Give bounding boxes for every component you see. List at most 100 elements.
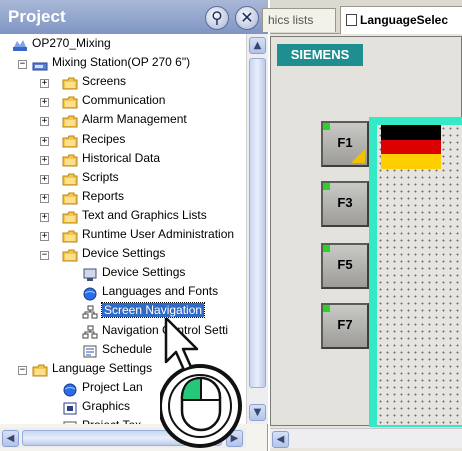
editor-horizontal-scrollbar[interactable]: ◀ — [270, 428, 462, 448]
tree-item-label: Languages and Fonts — [102, 284, 219, 299]
led-indicator — [323, 183, 330, 190]
tree-item[interactable]: + Alarm Management — [0, 112, 246, 131]
expand-icon[interactable]: + — [40, 232, 49, 241]
tree-item[interactable]: Project Tex — [0, 418, 246, 424]
tree-item-label: Reports — [82, 188, 125, 203]
expand-icon[interactable]: + — [40, 98, 49, 108]
globe-icon — [62, 382, 78, 397]
scroll-right-button[interactable]: ▶ — [226, 430, 243, 447]
expand-icon[interactable]: + — [40, 193, 49, 203]
globe-icon — [82, 286, 98, 301]
close-icon: ✕ — [240, 8, 254, 27]
screen-frame — [369, 117, 462, 427]
tree-item-label: Screen Navigation — [100, 302, 206, 319]
tree-item[interactable]: − Mixing Station(OP 270 6") — [0, 55, 246, 74]
schedule-icon — [82, 344, 98, 359]
project-header: Project ⚲ ✕ — [0, 0, 268, 34]
expand-icon[interactable]: + — [40, 212, 49, 222]
flag-germany-icon[interactable] — [381, 125, 441, 169]
corner-marker-icon — [351, 149, 365, 163]
expand-icon[interactable]: + — [40, 79, 49, 89]
tab-graphics-lists[interactable]: hics lists — [262, 8, 336, 32]
tree-item[interactable]: + Communication — [0, 93, 246, 112]
tree-item-label: Communication — [82, 93, 166, 108]
navigation-icon — [82, 305, 98, 320]
led-indicator — [323, 123, 330, 130]
tab-language-selection[interactable]: LanguageSelec — [340, 6, 462, 34]
pin-button[interactable]: ⚲ — [205, 6, 229, 30]
tree-item-label: Mixing Station(OP 270 6") — [52, 55, 191, 70]
project-title: Project — [8, 7, 66, 26]
tree-horizontal-scrollbar[interactable]: ◀ ▶ — [0, 428, 246, 448]
tree-item[interactable]: + Scripts — [0, 170, 246, 189]
tree-item[interactable]: + Runtime User Administration — [0, 227, 246, 246]
tree-item-label: Device Settings — [82, 246, 166, 261]
flag-stripe — [381, 125, 441, 140]
folder-icon — [62, 134, 78, 149]
folder-icon — [62, 248, 78, 263]
scroll-left-button[interactable]: ◀ — [2, 430, 19, 447]
pin-icon: ⚲ — [211, 8, 223, 27]
tree-item-label: OP270_Mixing — [32, 36, 111, 50]
scroll-up-button[interactable]: ▲ — [249, 37, 266, 54]
project-pane: Project ⚲ ✕ OP270_Mixing − Mixing Station(… — [0, 0, 268, 451]
tree-item-label: Recipes — [82, 131, 126, 146]
folder-icon — [62, 76, 78, 91]
tree-item-label: Schedule — [102, 341, 153, 356]
tree-item[interactable]: + Recipes — [0, 132, 246, 151]
tree-item-label: Alarm Management — [82, 112, 187, 127]
folder-icon — [62, 191, 78, 206]
scroll-thumb[interactable] — [22, 430, 222, 446]
close-button[interactable]: ✕ — [235, 6, 259, 30]
expand-icon[interactable]: + — [40, 117, 49, 127]
tree-item[interactable]: Project Lan — [0, 380, 246, 399]
tree-item[interactable]: OP270_Mixing — [0, 36, 246, 55]
folder-icon — [62, 95, 78, 110]
function-key-f3[interactable]: F3 — [321, 181, 369, 227]
tree-item[interactable]: + Screens — [0, 74, 246, 93]
tree-item[interactable]: Screen Navigation — [0, 302, 246, 322]
tree-item[interactable]: Device Settings — [0, 265, 246, 284]
tree-item-label: Navigation Control Setti — [102, 322, 229, 337]
project-tree: OP270_Mixing − Mixing Station(OP 270 6") + S… — [0, 34, 246, 424]
tree-item[interactable]: Graphics — [0, 399, 246, 418]
collapse-icon[interactable]: − — [18, 365, 27, 375]
folder-icon — [32, 363, 48, 378]
tree-item-label: Scripts — [82, 169, 119, 184]
brand-label: SIEMENS — [290, 47, 350, 62]
function-key-f5[interactable]: F5 — [321, 243, 369, 289]
tree-item[interactable]: + Text and Graphics Lists — [0, 208, 246, 227]
tree-item-label: Screens — [82, 74, 127, 89]
tree-item-label: Historical Data — [82, 150, 161, 165]
tree-item[interactable]: + Historical Data — [0, 151, 246, 170]
tree-item[interactable]: + Reports — [0, 189, 246, 208]
function-key-f7[interactable]: F7 — [321, 303, 369, 349]
tree-item[interactable]: − Language Settings — [0, 361, 246, 380]
tab-label: LanguageSelec — [360, 13, 449, 27]
tree-item[interactable]: Navigation Control Setti — [0, 323, 246, 342]
folder-icon — [62, 153, 78, 168]
document-icon — [346, 14, 357, 26]
function-key-label: F3 — [337, 195, 353, 210]
scroll-down-button[interactable]: ▼ — [249, 404, 266, 421]
tree-item[interactable]: − Device Settings — [0, 246, 246, 265]
function-key-f1[interactable]: F1 — [321, 121, 369, 167]
screen-canvas[interactable] — [377, 125, 462, 425]
folder-icon — [62, 210, 78, 225]
tree-item[interactable]: Schedule — [0, 342, 246, 361]
collapse-icon[interactable]: − — [40, 251, 49, 261]
expand-icon[interactable]: + — [40, 136, 49, 146]
folder-icon — [62, 229, 78, 244]
collapse-icon[interactable]: − — [18, 60, 27, 70]
expand-icon[interactable]: + — [40, 155, 49, 165]
monitor-icon — [82, 267, 98, 282]
scroll-left-button[interactable]: ◀ — [272, 431, 289, 448]
expand-icon[interactable]: + — [40, 174, 49, 184]
flag-stripe — [381, 139, 441, 155]
tree-vertical-scrollbar[interactable]: ▲ ▼ — [246, 34, 268, 424]
folder-icon — [62, 172, 78, 187]
function-key-label: F7 — [337, 317, 353, 332]
tree-item-label: Runtime User Administration — [82, 227, 235, 241]
scroll-thumb[interactable] — [249, 58, 266, 388]
tree-item[interactable]: Languages and Fonts — [0, 284, 246, 303]
